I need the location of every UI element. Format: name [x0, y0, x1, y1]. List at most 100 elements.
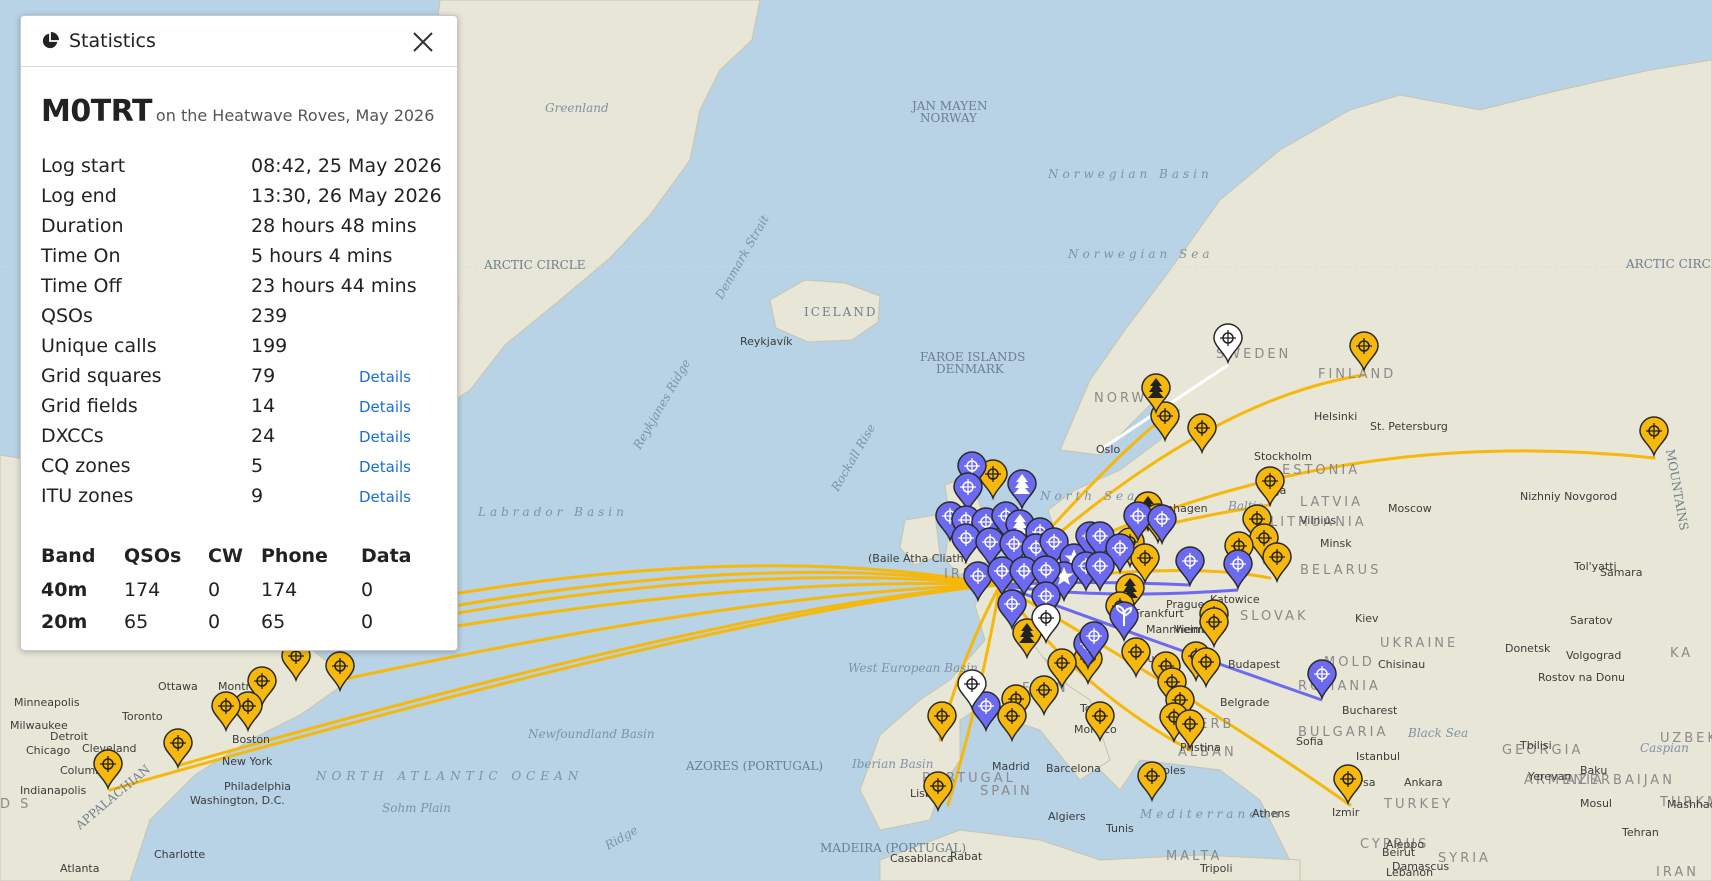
callsign: M0TRT	[41, 94, 152, 129]
svg-text:ESTONIA: ESTONIA	[1282, 463, 1360, 478]
city-label: St. Petersburg	[1370, 420, 1448, 433]
city-label: Casablanca	[890, 852, 953, 865]
svg-text:D S: D S	[0, 797, 31, 812]
city-label: Tripoli	[1199, 862, 1233, 875]
city-label: Philadelphia	[224, 780, 291, 793]
city-label: Tunis	[1105, 822, 1134, 835]
table-cell: 0	[361, 611, 374, 633]
grid-squares-details-link[interactable]: Details	[359, 368, 411, 386]
stat-row: Unique calls 199	[41, 331, 442, 361]
stat-label: Duration	[41, 215, 124, 237]
stat-label: CQ zones	[41, 455, 131, 477]
svg-text:IRAN: IRAN	[1656, 865, 1699, 880]
city-label: Donetsk	[1505, 642, 1551, 655]
band-table-header: Band QSOs CW Phone Data	[41, 538, 421, 574]
close-icon[interactable]	[411, 30, 435, 54]
city-label: Budapest	[1228, 658, 1281, 671]
svg-text:Greenland: Greenland	[545, 101, 609, 115]
stat-row: Time On 5 hours 4 mins	[41, 241, 442, 271]
grid-fields-details-link[interactable]: Details	[359, 398, 411, 416]
stat-value: 28 hours 48 mins	[251, 215, 417, 237]
city-label: Minsk	[1320, 537, 1352, 550]
stat-row: CQ zones 5 Details	[41, 451, 442, 481]
stat-row: Log start 08:42, 25 May 2026	[41, 151, 442, 181]
svg-text:LATVIA: LATVIA	[1300, 495, 1363, 510]
city-label: Baku	[1580, 764, 1607, 777]
svg-text:UKRAINE: UKRAINE	[1380, 636, 1458, 651]
statistics-panel: Statistics M0TRT on the Heatwave Roves, M…	[20, 15, 458, 651]
svg-text:Black Sea: Black Sea	[1407, 726, 1468, 740]
stat-value: 9	[251, 485, 264, 507]
city-label: Bucharest	[1342, 704, 1398, 717]
column-header: Band	[41, 545, 96, 567]
table-cell: 174	[124, 579, 161, 601]
svg-text:Iberian Basin: Iberian Basin	[851, 757, 934, 771]
table-cell: 174	[261, 579, 298, 601]
stat-row: Grid fields 14 Details	[41, 391, 442, 421]
dxccs-details-link[interactable]: Details	[359, 428, 411, 446]
city-label: Washington, D.C.	[190, 794, 285, 807]
stat-value: 5	[251, 455, 264, 477]
table-cell: 65	[261, 611, 286, 633]
svg-text:UZBEKI: UZBEKI	[1660, 731, 1712, 746]
city-label: Chicago	[26, 744, 70, 757]
svg-text:NORW: NORW	[1094, 391, 1147, 406]
city-label: New York	[222, 755, 273, 768]
band-cell: 40m	[41, 579, 88, 601]
city-label: Algiers	[1048, 810, 1086, 823]
city-label: Lebanon	[1386, 866, 1433, 879]
column-header: QSOs	[124, 545, 182, 567]
stat-row: Duration 28 hours 48 mins	[41, 211, 442, 241]
event-name: on the Heatwave Roves, May 2026	[155, 106, 435, 125]
stats-table: Log start 08:42, 25 May 2026 Log end 13:…	[41, 151, 442, 511]
stat-value: 5 hours 4 mins	[251, 245, 393, 267]
city-label: Boston	[232, 733, 270, 746]
city-label: Yerevan	[1527, 770, 1571, 783]
panel-header: Statistics	[21, 16, 457, 67]
svg-text:AZORES (PORTUGAL): AZORES (PORTUGAL)	[685, 759, 823, 773]
svg-text:TURKEY: TURKEY	[1383, 797, 1453, 812]
svg-text:Reykjavík: Reykjavík	[740, 335, 793, 348]
city-label: Madrid	[992, 760, 1030, 773]
city-label: Vilnius	[1300, 514, 1336, 527]
stat-value: 239	[251, 305, 288, 327]
stat-row: DXCCs 24 Details	[41, 421, 442, 451]
svg-text:West European Basin: West European Basin	[848, 661, 978, 675]
city-label: Rostov na Donu	[1538, 671, 1625, 684]
city-label: Oslo	[1096, 443, 1120, 456]
city-label: Ottawa	[158, 680, 198, 693]
stat-label: Unique calls	[41, 335, 157, 357]
city-label: Charlotte	[154, 848, 205, 861]
column-header: CW	[208, 545, 243, 567]
itu-zones-details-link[interactable]: Details	[359, 488, 411, 506]
table-row: 20m 65 0 65 0	[41, 606, 421, 638]
city-label: Mannheim	[1146, 623, 1204, 636]
table-row: 40m 174 0 174 0	[41, 574, 421, 606]
svg-text:ICELAND: ICELAND	[804, 305, 877, 319]
city-label: Nizhniy Novgorod	[1520, 490, 1617, 503]
stat-value: 08:42, 25 May 2026	[251, 155, 442, 177]
panel-title: Statistics	[69, 30, 156, 52]
svg-text:North Sea: North Sea	[1039, 489, 1138, 503]
city-label: Sofia	[1296, 735, 1323, 748]
stat-label: QSOs	[41, 305, 93, 327]
svg-text:Labrador Basin: Labrador Basin	[477, 505, 628, 519]
stat-value: 199	[251, 335, 288, 357]
stat-row: Log end 13:30, 26 May 2026	[41, 181, 442, 211]
band-cell: 20m	[41, 611, 88, 633]
stat-row: ITU zones 9 Details	[41, 481, 442, 511]
stat-value: 13:30, 26 May 2026	[251, 185, 442, 207]
pie-chart-icon	[42, 32, 59, 49]
svg-text:ARCTIC CIRCLE: ARCTIC CIRCLE	[1625, 257, 1712, 271]
cq-zones-details-link[interactable]: Details	[359, 458, 411, 476]
svg-text:NORTH ATLANTIC OCEAN: NORTH ATLANTIC OCEAN	[315, 769, 583, 783]
stat-label: Log end	[41, 185, 117, 207]
city-label: Chisinau	[1378, 658, 1425, 671]
city-label: Saratov	[1570, 614, 1613, 627]
stat-value: 23 hours 44 mins	[251, 275, 417, 297]
stat-value: 24	[251, 425, 276, 447]
svg-text:ARCTIC CIRCLE: ARCTIC CIRCLE	[483, 258, 586, 272]
city-label: Tbilisi	[1519, 739, 1552, 752]
city-label: Mosul	[1580, 797, 1612, 810]
svg-text:BELARUS: BELARUS	[1300, 563, 1381, 578]
